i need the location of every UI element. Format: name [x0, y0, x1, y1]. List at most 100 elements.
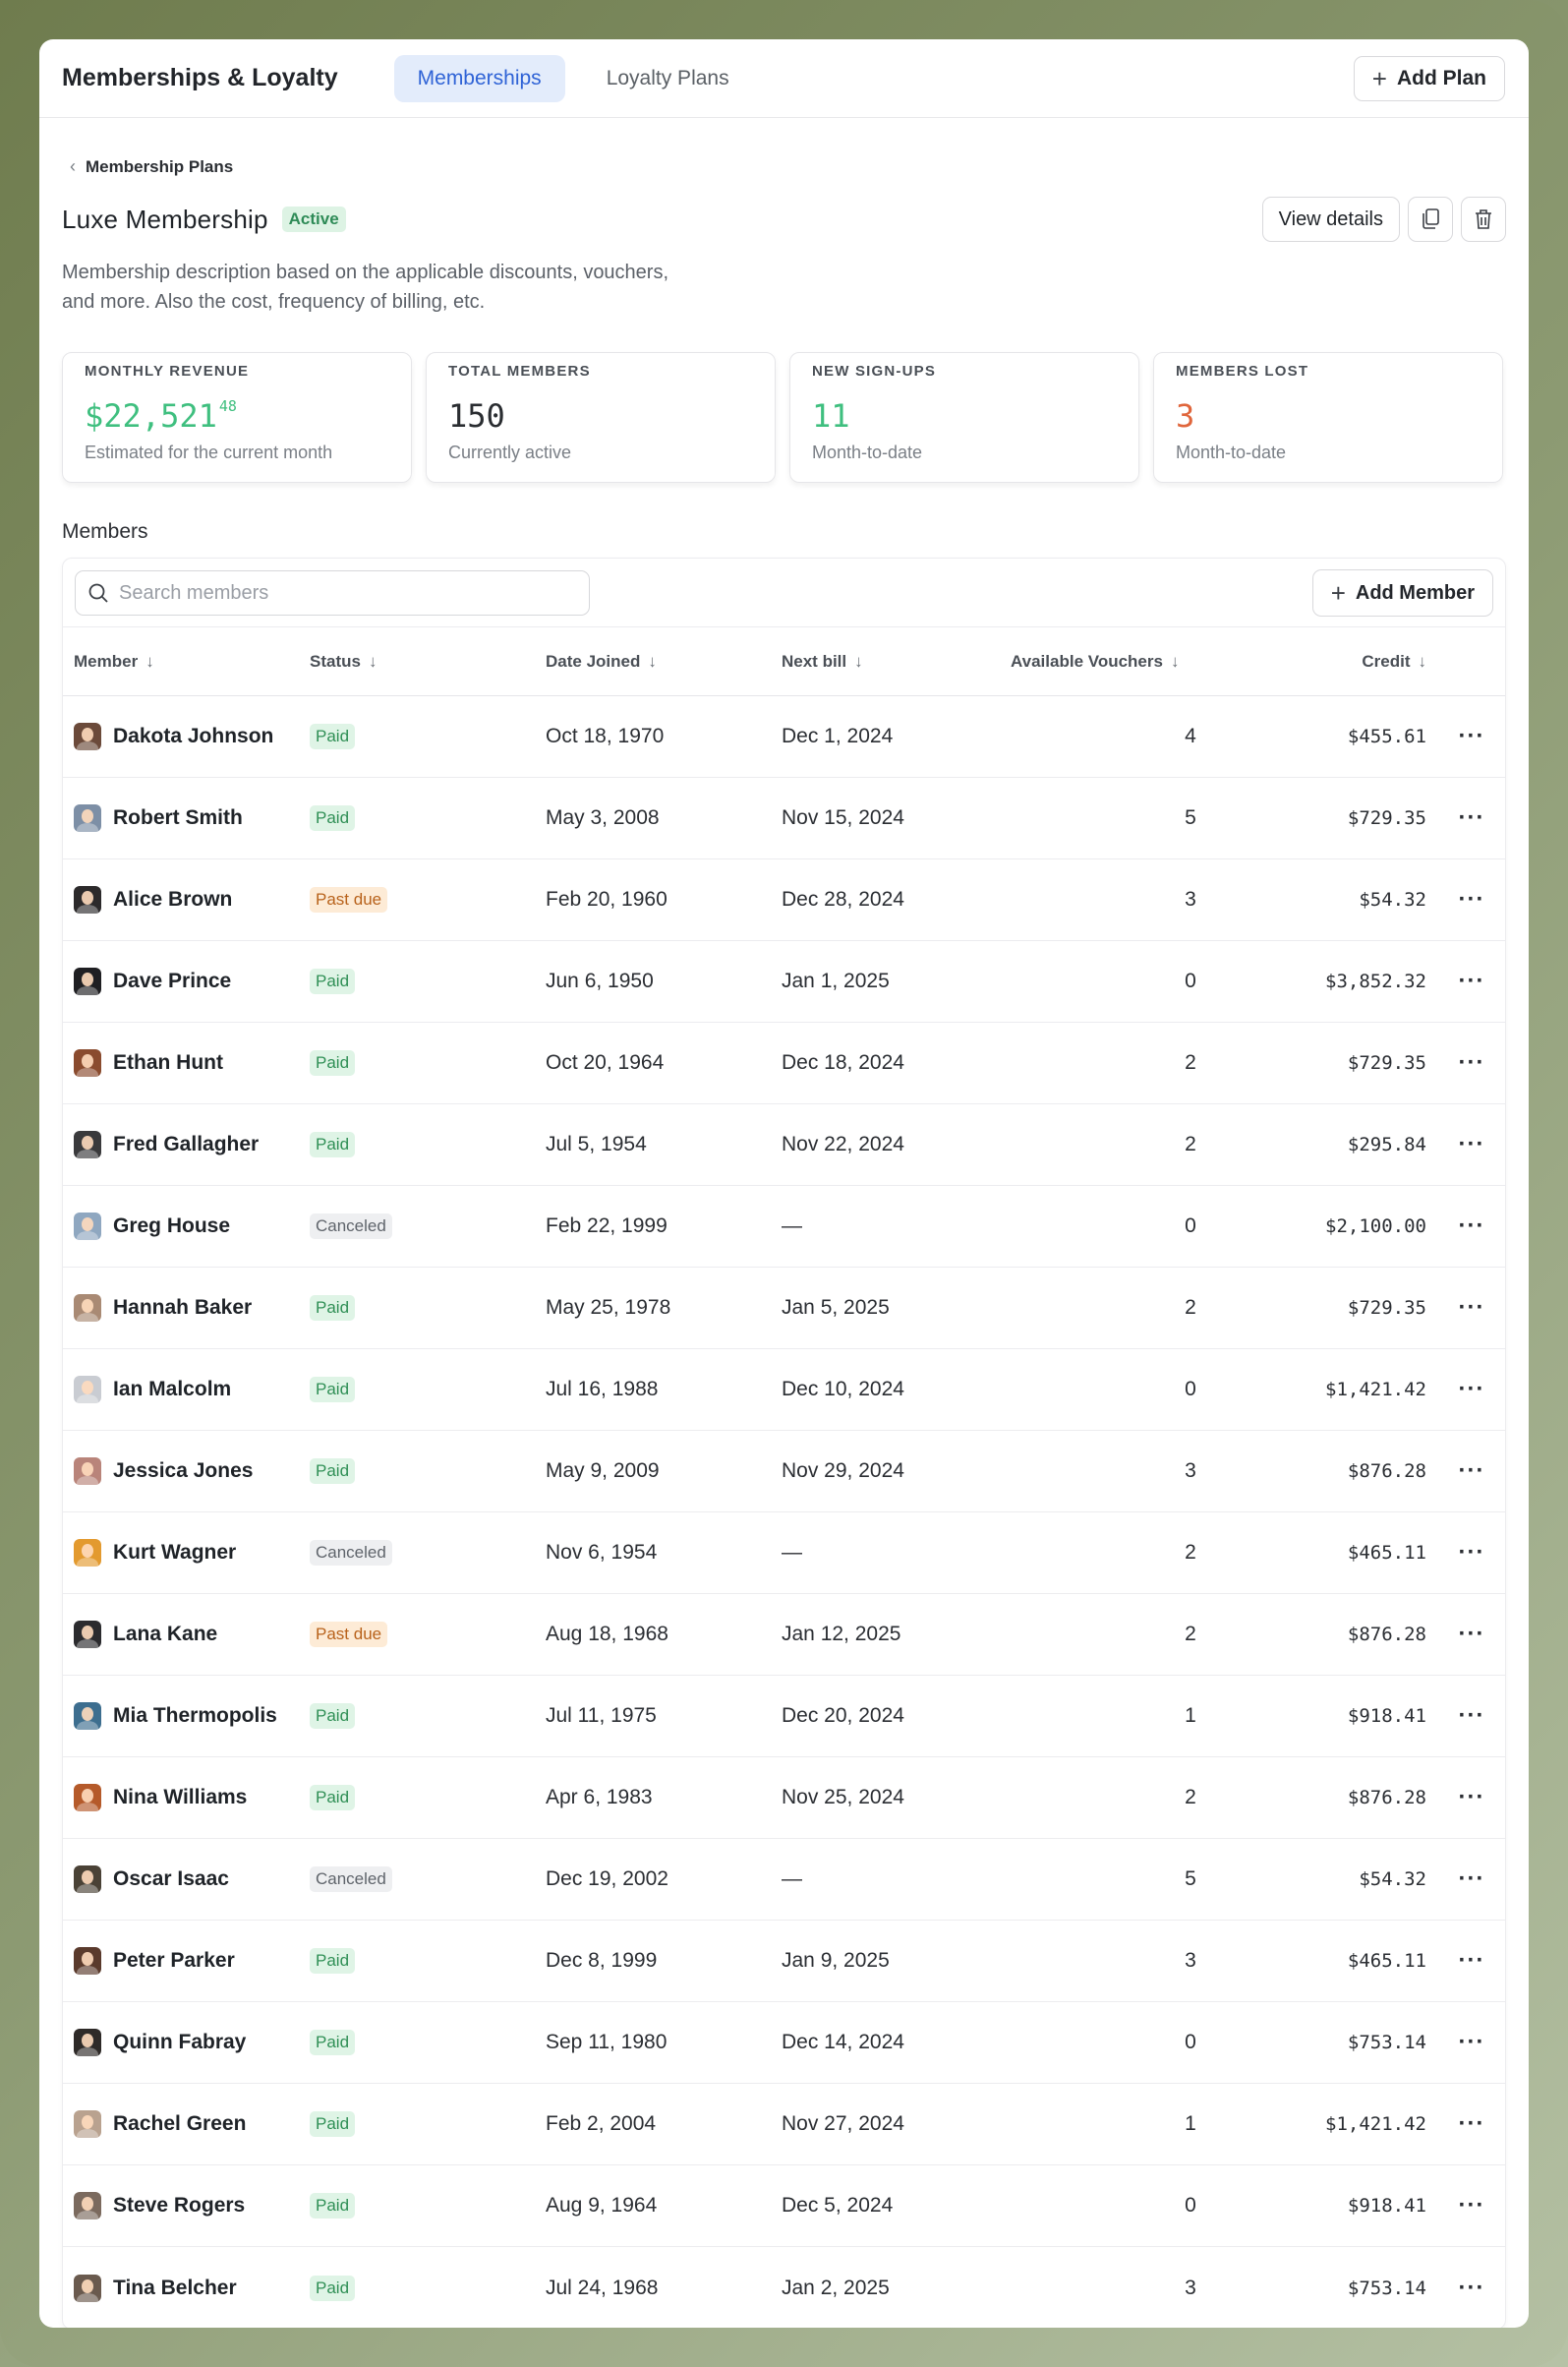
more-options-icon[interactable]: ···	[1452, 859, 1491, 940]
table-row[interactable]: Steve Rogers Paid Aug 9, 1964 Dec 5, 2024 0 $…	[63, 2165, 1505, 2247]
breadcrumb[interactable]: ‹ Membership Plans	[62, 156, 1506, 177]
tab-memberships[interactable]: Memberships	[393, 54, 565, 102]
table-row[interactable]: Ian Malcolm Paid Jul 16, 1988 Dec 10, 2024 0…	[63, 1349, 1505, 1431]
table-row[interactable]: Quinn Fabray Paid Sep 11, 1980 Dec 14, 2024…	[63, 2002, 1505, 2084]
stat-subtext: Estimated for the current month	[85, 443, 333, 462]
table-row[interactable]: Robert Smith Paid May 3, 2008 Nov 15, 2024 5…	[63, 778, 1505, 859]
avatar	[74, 1457, 101, 1485]
more-options-icon[interactable]: ···	[1452, 1349, 1491, 1430]
more-options-icon[interactable]: ···	[1452, 1757, 1491, 1838]
avatar-body	[77, 905, 98, 914]
date-joined: Feb 22, 1999	[546, 1214, 668, 1237]
more-options-icon[interactable]: ···	[1452, 1104, 1491, 1185]
avatar-face	[82, 1462, 93, 1476]
date-joined: Jun 6, 1950	[546, 970, 654, 992]
status-cell: Paid	[310, 1023, 356, 1103]
more-options-icon[interactable]: ···	[1452, 1676, 1491, 1756]
search-box	[75, 570, 590, 616]
column-header-available-vouchers[interactable]: Available Vouchers ↓	[1011, 652, 1179, 672]
sort-arrow-icon: ↓	[368, 651, 377, 671]
more-options-icon[interactable]: ···	[1452, 2084, 1491, 2164]
delete-button[interactable]	[1461, 197, 1506, 242]
more-options-icon[interactable]: ···	[1452, 941, 1491, 1022]
plan-description: Membership description based on the appl…	[62, 262, 669, 313]
avatar-face	[82, 1381, 93, 1394]
status-badge: Canceled	[310, 1866, 392, 1892]
top-bar: Memberships & Loyalty Memberships Loyalt…	[39, 39, 1529, 118]
more-options-icon[interactable]: ···	[1452, 778, 1491, 858]
table-row[interactable]: Oscar Isaac Canceled Dec 19, 2002 — 5 $54.32 ·…	[63, 1839, 1505, 1921]
table-row[interactable]: Peter Parker Paid Dec 8, 1999 Jan 9, 2025 3 $…	[63, 1921, 1505, 2002]
more-options-icon[interactable]: ···	[1452, 2165, 1491, 2246]
more-options-icon[interactable]: ···	[1452, 1186, 1491, 1267]
table-row[interactable]: Alice Brown Past due Feb 20, 1960 Dec 28, 2…	[63, 859, 1505, 941]
status-cell: Paid	[310, 2247, 356, 2328]
stat-value: $22,521 48	[85, 397, 389, 437]
table-row[interactable]: Fred Gallagher Paid Jul 5, 1954 Nov 22, 202…	[63, 1104, 1505, 1186]
table-row[interactable]: Tina Belcher Paid Jul 24, 1968 Jan 2, 2025 3…	[63, 2247, 1505, 2328]
avatar-face	[82, 728, 93, 741]
more-options-icon[interactable]: ···	[1452, 1921, 1491, 2001]
status-cell: Past due	[310, 859, 388, 940]
date-joined: Apr 6, 1983	[546, 1786, 653, 1808]
column-header-date-joined[interactable]: Date Joined ↓	[546, 652, 657, 672]
date-joined: May 25, 1978	[546, 1296, 671, 1319]
member-name: Robert Smith	[113, 806, 243, 829]
more-options-icon[interactable]: ···	[1452, 1594, 1491, 1675]
search-input[interactable]	[119, 581, 552, 605]
add-member-label: Add Member	[1355, 581, 1475, 604]
status-badge: Paid	[310, 2111, 356, 2137]
avatar	[74, 1539, 101, 1567]
column-label: Date Joined	[546, 651, 641, 671]
more-options-icon[interactable]: ···	[1452, 1023, 1491, 1103]
duplicate-button[interactable]	[1408, 197, 1453, 242]
table-row[interactable]: Ethan Hunt Paid Oct 20, 1964 Dec 18, 2024 2 $…	[63, 1023, 1505, 1104]
table-row[interactable]: Lana Kane Past due Aug 18, 1968 Jan 12, 202…	[63, 1594, 1505, 1676]
member-name: Ian Malcolm	[113, 1378, 232, 1400]
table-row[interactable]: Dave Prince Paid Jun 6, 1950 Jan 1, 2025 0 $3…	[63, 941, 1505, 1023]
table-row[interactable]: Kurt Wagner Canceled Nov 6, 1954 — 2 $465.11 ·…	[63, 1512, 1505, 1594]
available-vouchers: 0	[1185, 1378, 1196, 1400]
status-cell: Paid	[310, 1676, 356, 1756]
status-cell: Paid	[310, 1757, 356, 1838]
table-row[interactable]: Rachel Green Paid Feb 2, 2004 Nov 27, 2024 1…	[63, 2084, 1505, 2165]
more-options-icon[interactable]: ···	[1452, 696, 1491, 777]
column-header-member[interactable]: Member ↓	[74, 652, 154, 672]
stat-subtext: Currently active	[448, 443, 572, 462]
date-joined: Aug 18, 1968	[546, 1623, 668, 1645]
add-plan-button[interactable]: + Add Plan	[1353, 56, 1505, 101]
table-row[interactable]: Mia Thermopolis Paid Jul 11, 1975 Dec 20, 2…	[63, 1676, 1505, 1757]
table-row[interactable]: Jessica Jones Paid May 9, 2009 Nov 29, 2024…	[63, 1431, 1505, 1512]
credit: $2,100.00	[1325, 1215, 1426, 1237]
column-header-next-bill[interactable]: Next bill ↓	[782, 652, 863, 672]
add-plan-label: Add Plan	[1396, 67, 1486, 89]
status-badge: Canceled	[310, 1540, 392, 1566]
table-row[interactable]: Dakota Johnson Paid Oct 18, 1970 Dec 1, 202…	[63, 696, 1505, 778]
tab-loyalty-plans[interactable]: Loyalty Plans	[583, 55, 753, 102]
stat-label: MEMBERS LOST	[1176, 363, 1309, 380]
member-cell: Greg House	[74, 1186, 230, 1267]
more-options-icon[interactable]: ···	[1452, 1268, 1491, 1348]
column-header-credit[interactable]: Credit ↓	[1362, 652, 1426, 672]
table-row[interactable]: Greg House Canceled Feb 22, 1999 — 0 $2,100.0…	[63, 1186, 1505, 1268]
more-options-icon[interactable]: ···	[1452, 1512, 1491, 1593]
table-row[interactable]: Hannah Baker Paid May 25, 1978 Jan 5, 2025 2…	[63, 1268, 1505, 1349]
view-details-button[interactable]: View details	[1261, 197, 1400, 242]
avatar	[74, 1702, 101, 1730]
stat-monthly-revenue: MONTHLY REVENUE $22,521 48 Estimated for …	[62, 352, 412, 483]
member-cell: Hannah Baker	[74, 1268, 252, 1348]
available-vouchers: 3	[1185, 888, 1196, 911]
more-options-icon[interactable]: ···	[1452, 2247, 1491, 2328]
column-header-status[interactable]: Status ↓	[310, 652, 377, 672]
more-options-icon[interactable]: ···	[1452, 1839, 1491, 1920]
next-bill: Dec 1, 2024	[782, 725, 894, 747]
more-options-icon[interactable]: ···	[1452, 2002, 1491, 2083]
date-joined: Feb 2, 2004	[546, 2112, 657, 2135]
member-name: Jessica Jones	[113, 1459, 254, 1482]
date-joined: Jul 11, 1975	[546, 1704, 657, 1727]
add-member-button[interactable]: + Add Member	[1311, 569, 1493, 617]
status-cell: Paid	[310, 1921, 356, 2001]
table-row[interactable]: Nina Williams Paid Apr 6, 1983 Nov 25, 2024…	[63, 1757, 1505, 1839]
next-bill: Dec 20, 2024	[782, 1704, 904, 1727]
more-options-icon[interactable]: ···	[1452, 1431, 1491, 1511]
